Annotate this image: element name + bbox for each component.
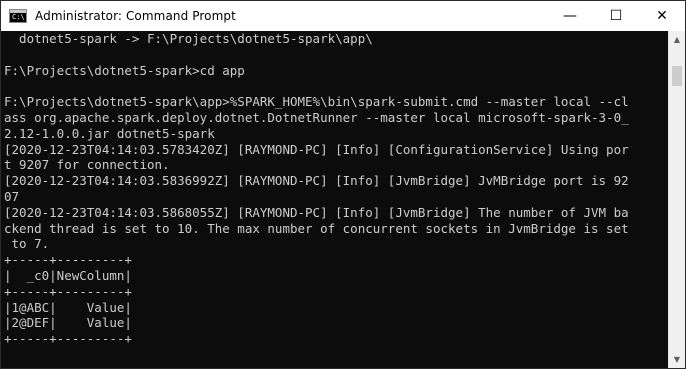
console-line: t 9207 for connection. [4, 157, 170, 173]
console-line: [2020-12-23T04:14:03.5868055Z] [RAYMOND-… [4, 204, 629, 220]
console-line: [2020-12-23T04:14:03.5836992Z] [RAYMOND-… [4, 173, 629, 189]
scroll-down-icon[interactable]: ▼ [669, 351, 685, 368]
scroll-thumb[interactable] [672, 66, 682, 86]
console-line: F:\Projects\dotnet5-spark>cd app [4, 62, 245, 78]
console-line: 2.12-1.0.0.jar dotnet5-spark [4, 125, 215, 141]
scroll-up-icon[interactable]: ▲ [669, 31, 685, 48]
console-line: +-----+---------+ [4, 252, 132, 268]
console-output[interactable]: dotnet5-spark -> F:\Projects\dotnet5-spa… [1, 31, 668, 368]
console-line: [2020-12-23T04:14:03.5783420Z] [RAYMOND-… [4, 141, 629, 157]
maximize-button[interactable]: ☐ [593, 1, 639, 31]
console-line: F:\Projects\dotnet5-spark\app>%SPARK_HOM… [4, 94, 629, 110]
command-prompt-window: C:\ Administrator: Command Prompt — ☐ ✕ … [0, 0, 686, 369]
console-line: |2@DEF| Value| [4, 315, 132, 331]
console-line: | _c0|NewColumn| [4, 267, 132, 283]
minimize-button[interactable]: — [547, 1, 593, 31]
console-line: to 7. [4, 236, 50, 252]
console-line: 07 [4, 188, 20, 204]
title-bar[interactable]: C:\ Administrator: Command Prompt — ☐ ✕ [1, 1, 685, 31]
vertical-scrollbar[interactable]: ▲ ▼ [668, 31, 685, 368]
close-button[interactable]: ✕ [639, 1, 685, 31]
console-line: +-----+---------+ [4, 283, 132, 299]
cmd-icon[interactable]: C:\ [9, 9, 27, 23]
console-line: ass org.apache.spark.deploy.dotnet.Dotne… [4, 109, 629, 125]
console-line: |1@ABC| Value| [4, 299, 132, 315]
window-controls: — ☐ ✕ [547, 1, 685, 31]
console-line: ckend thread is set to 10. The max numbe… [4, 220, 629, 236]
window-title: Administrator: Command Prompt [35, 9, 236, 23]
console-line: +-----+---------+ [4, 331, 132, 347]
console-line: dotnet5-spark -> F:\Projects\dotnet5-spa… [4, 31, 373, 46]
